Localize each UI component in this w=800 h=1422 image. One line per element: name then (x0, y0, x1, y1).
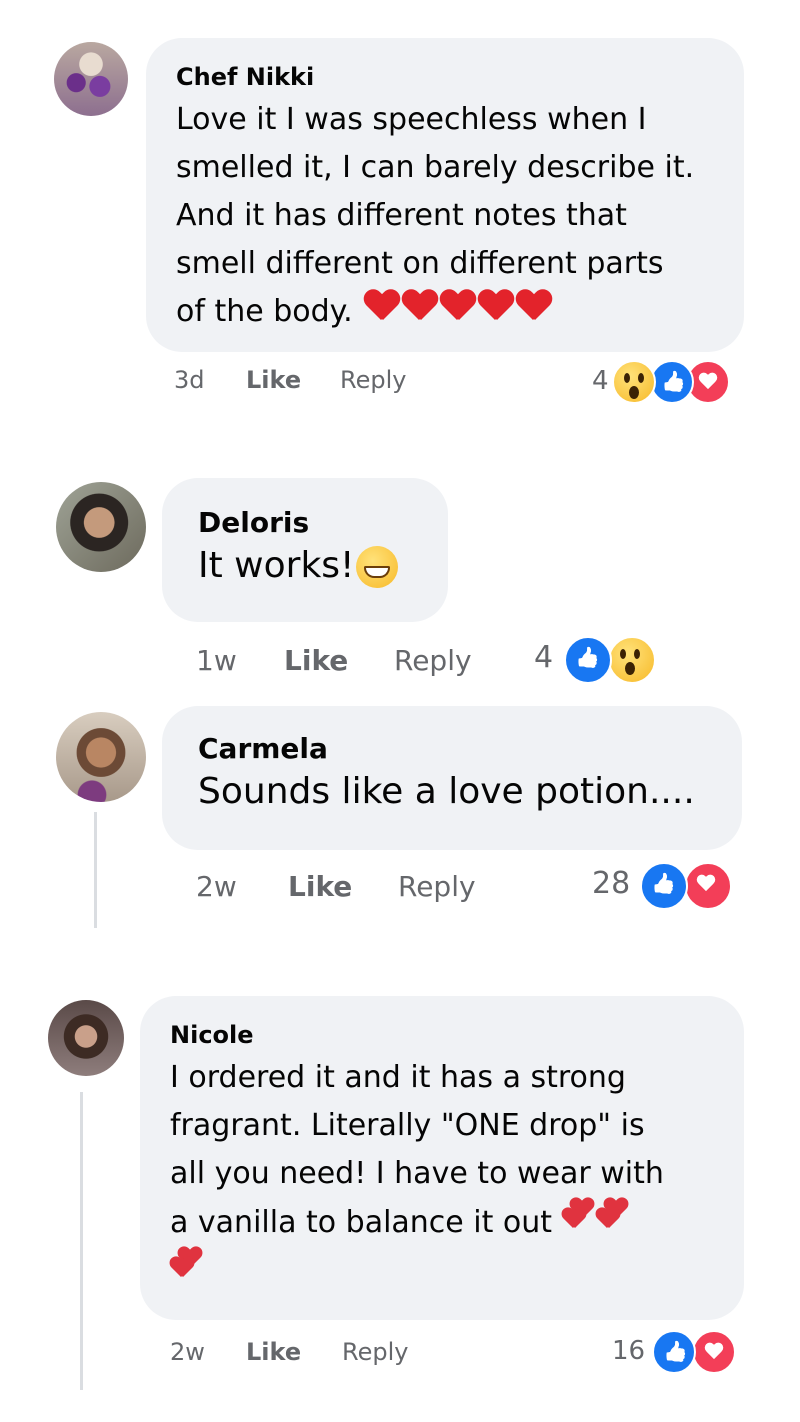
comment-bubble: Chef Nikki Love it I was speechless when… (146, 38, 744, 352)
wow-icon (608, 636, 656, 684)
reaction-count: 4 (534, 640, 554, 675)
like-icon (652, 1330, 696, 1374)
two-hearts-emoji (562, 1198, 596, 1232)
grinning-face-emoji (356, 546, 399, 588)
comment-timestamp[interactable]: 2w (196, 870, 237, 903)
comment-author[interactable]: Nicole (170, 1020, 716, 1050)
like-icon (564, 636, 612, 684)
comment-timestamp[interactable]: 1w (196, 644, 237, 677)
reaction-summary[interactable]: 4 (592, 360, 742, 404)
comment-bubble: Deloris It works! (162, 478, 448, 622)
heart-emoji (516, 290, 552, 322)
like-icon (650, 360, 694, 404)
two-hearts-emoji (596, 1198, 630, 1232)
comment-text-body: It works! (198, 545, 355, 586)
comment-author[interactable]: Chef Nikki (176, 62, 716, 92)
like-icon (640, 862, 688, 910)
comment-timestamp[interactable]: 3d (174, 366, 205, 394)
reply-button[interactable]: Reply (342, 1338, 408, 1366)
love-icon (692, 1330, 736, 1374)
comment-text: Sounds like a love potion.... (198, 771, 695, 812)
comment-timestamp[interactable]: 2w (170, 1338, 205, 1366)
reaction-count: 16 (612, 1336, 646, 1366)
comment-actions: 1w Like Reply (0, 644, 800, 684)
heart-emoji (440, 290, 476, 322)
like-button[interactable]: Like (246, 1338, 301, 1366)
reaction-summary[interactable]: 16 (612, 1330, 740, 1374)
like-button[interactable]: Like (288, 870, 352, 903)
reaction-summary[interactable]: 4 (534, 636, 664, 684)
comment-author[interactable]: Carmela (198, 734, 714, 764)
two-hearts-emoji (170, 1247, 204, 1281)
heart-emoji (402, 290, 438, 322)
comment-bubble: Nicole I ordered it and it has a strong … (140, 996, 744, 1320)
like-button[interactable]: Like (284, 644, 348, 677)
avatar[interactable] (56, 712, 146, 802)
comment-text: Love it I was speechless when I smelled … (176, 96, 716, 337)
avatar[interactable] (56, 482, 146, 572)
reply-button[interactable]: Reply (398, 870, 476, 903)
comment-text: It works! (198, 542, 420, 590)
like-button[interactable]: Like (246, 366, 301, 394)
love-icon (684, 862, 732, 910)
wow-icon (612, 360, 656, 404)
reply-button[interactable]: Reply (340, 366, 406, 394)
reaction-summary[interactable]: 28 (592, 862, 738, 910)
reaction-count: 28 (592, 866, 631, 901)
reaction-count: 4 (592, 366, 609, 396)
heart-emoji (478, 290, 514, 322)
heart-emoji-group (362, 289, 552, 337)
comment-author[interactable]: Deloris (198, 508, 420, 538)
reply-button[interactable]: Reply (394, 644, 472, 677)
avatar[interactable] (54, 42, 128, 116)
heart-emoji (364, 290, 400, 322)
avatar[interactable] (48, 1000, 124, 1076)
comment-text: I ordered it and it has a strong fragran… (170, 1054, 716, 1296)
comment-bubble: Carmela Sounds like a love potion.... (162, 706, 742, 850)
